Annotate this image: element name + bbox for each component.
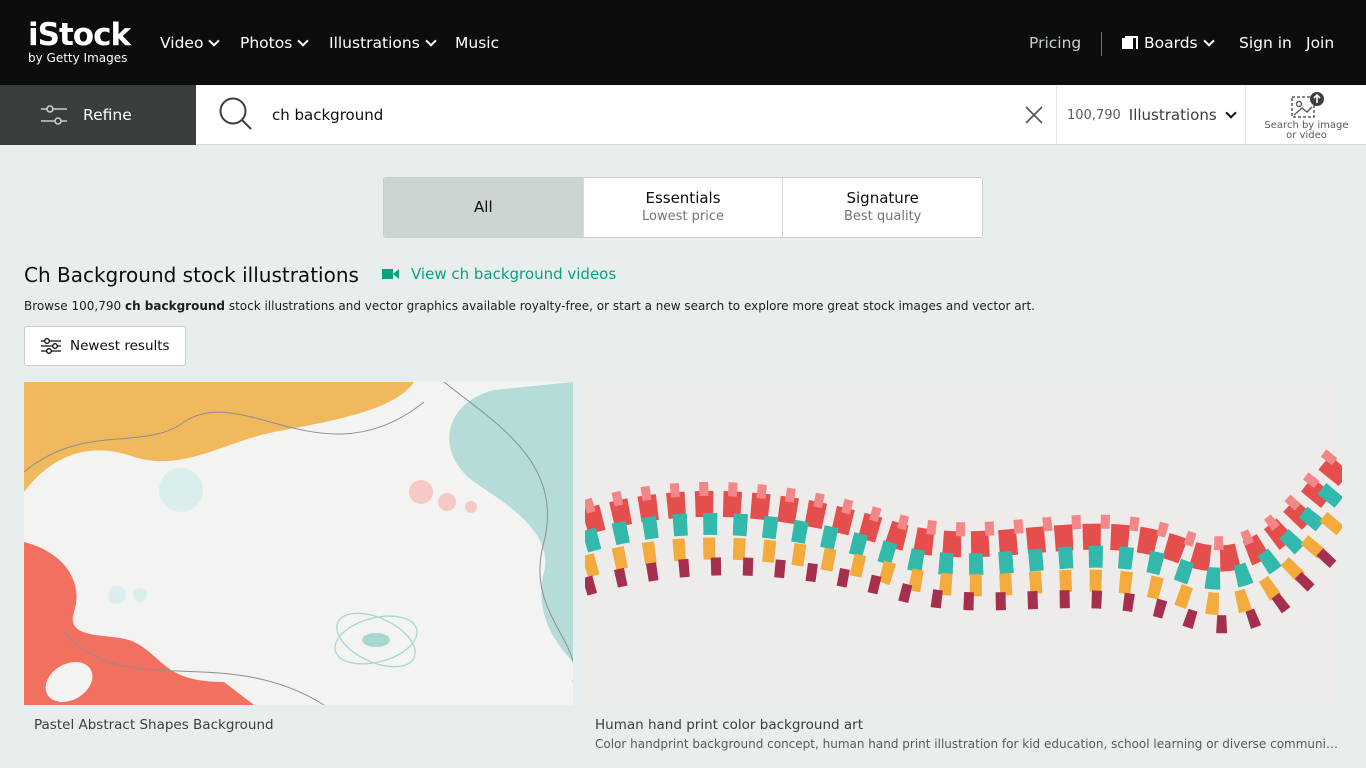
search-icon[interactable] xyxy=(219,97,253,131)
browse-suffix: stock illustrations and vector graphics … xyxy=(225,299,1035,313)
search-by-image-button[interactable]: Search by image or video xyxy=(1245,85,1366,145)
top-navigation: iStock by Getty Images Video Photos Illu… xyxy=(0,0,1366,85)
sort-button[interactable]: Newest results xyxy=(24,326,186,366)
result-count: 100,790 xyxy=(1067,107,1121,123)
nav-join[interactable]: Join xyxy=(1306,33,1334,53)
search-bar: Refine 100,790 Illustrations Search by i… xyxy=(0,85,1366,145)
browse-term: ch background xyxy=(124,299,225,313)
nav-illustrations-label: Illustrations xyxy=(329,34,420,52)
result-card[interactable]: Pastel Abstract Shapes Background xyxy=(24,382,573,734)
tab-signature-label: Signature xyxy=(846,189,919,207)
sliders-icon xyxy=(41,338,61,354)
nav-video[interactable]: Video xyxy=(160,33,221,53)
chevron-down-icon xyxy=(425,34,437,47)
tab-all[interactable]: All xyxy=(384,178,584,237)
result-description: Color handprint background concept, huma… xyxy=(595,737,1342,751)
nav-video-label: Video xyxy=(160,34,204,52)
view-videos-label: View ch background videos xyxy=(411,265,617,283)
nav-photos[interactable]: Photos xyxy=(240,33,309,53)
nav-pricing[interactable]: Pricing xyxy=(1029,33,1081,53)
istock-logo[interactable]: iStock by Getty Images xyxy=(28,18,140,65)
search-by-image-label: Search by image or video xyxy=(1246,121,1366,141)
result-card[interactable]: Human hand print color background art Co… xyxy=(585,382,1342,752)
logo-tagline: by Getty Images xyxy=(28,51,128,65)
search-input[interactable] xyxy=(272,103,992,127)
nav-divider xyxy=(1101,32,1102,56)
video-camera-icon xyxy=(382,269,399,279)
chevron-down-icon xyxy=(1224,106,1237,119)
result-title[interactable]: Human hand print color background art xyxy=(585,716,1342,734)
tab-essentials[interactable]: Essentials Lowest price xyxy=(584,178,784,237)
view-videos-link[interactable]: View ch background videos xyxy=(382,264,616,284)
browse-prefix: Browse 100,790 xyxy=(24,299,125,313)
close-icon[interactable] xyxy=(1024,105,1044,125)
chevron-down-icon xyxy=(208,34,221,47)
boards-icon xyxy=(1122,36,1138,50)
nav-music[interactable]: Music xyxy=(455,33,499,53)
tab-all-label: All xyxy=(474,198,493,216)
chevron-down-icon xyxy=(1202,34,1215,47)
nav-signin[interactable]: Sign in xyxy=(1239,33,1292,53)
sliders-icon xyxy=(41,105,67,125)
asset-type-select[interactable]: 100,790 Illustrations xyxy=(1056,85,1246,145)
nav-boards-label: Boards xyxy=(1144,34,1198,52)
sort-label: Newest results xyxy=(70,338,170,354)
refine-label: Refine xyxy=(83,106,132,124)
tab-essentials-label: Essentials xyxy=(645,189,721,207)
result-title[interactable]: Pastel Abstract Shapes Background xyxy=(24,716,573,734)
refine-button[interactable]: Refine xyxy=(0,85,196,145)
search-by-image-line2: or video xyxy=(1286,130,1327,141)
nav-photos-label: Photos xyxy=(240,34,293,52)
nav-illustrations[interactable]: Illustrations xyxy=(329,33,437,53)
image-upload-icon xyxy=(1291,92,1324,118)
result-thumbnail[interactable] xyxy=(24,382,573,705)
tab-signature[interactable]: Signature Best quality xyxy=(783,178,982,237)
page-title: Ch Background stock illustrations xyxy=(24,263,359,287)
tab-essentials-subtitle: Lowest price xyxy=(642,209,724,224)
asset-type-label: Illustrations xyxy=(1128,106,1217,124)
chevron-down-icon xyxy=(297,34,309,47)
logo-wordmark: iStock xyxy=(28,17,131,53)
nav-boards[interactable]: Boards xyxy=(1122,33,1215,53)
browse-description: Browse 100,790 ch background stock illus… xyxy=(24,298,1035,314)
tab-signature-subtitle: Best quality xyxy=(843,209,922,224)
result-thumbnail[interactable] xyxy=(585,382,1342,705)
license-tabs: All Essentials Lowest price Signature Be… xyxy=(383,177,983,238)
